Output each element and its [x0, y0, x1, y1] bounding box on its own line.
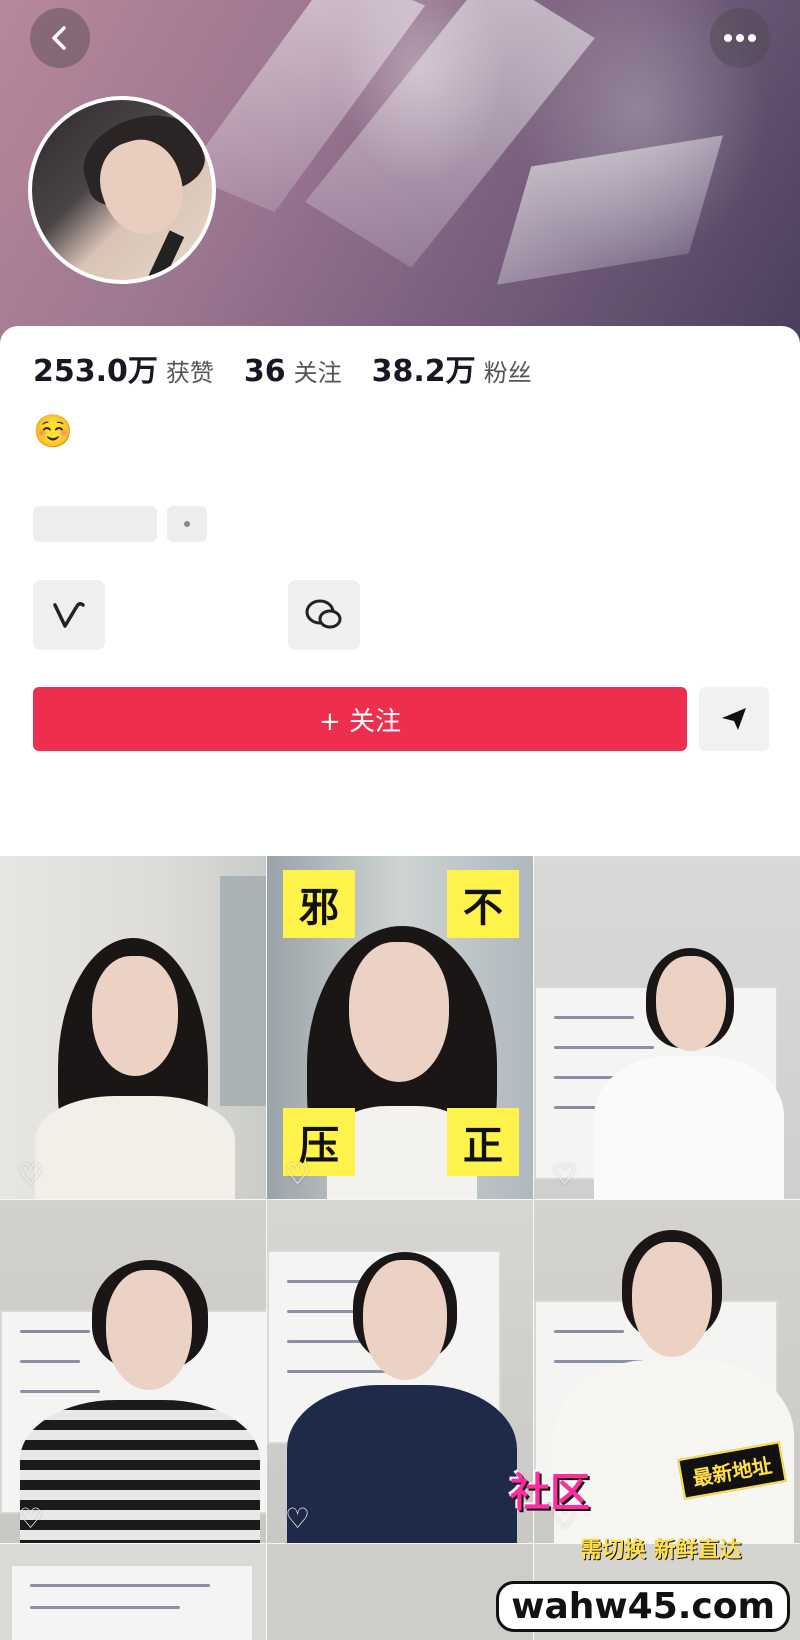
watermark-title: 社区	[510, 1470, 590, 1516]
like-icon: ♡	[285, 1158, 311, 1191]
cover-crystal	[496, 135, 724, 285]
watermark: 社区 最新地址 需切换 新鲜直达 wahw45.com	[490, 1440, 800, 1640]
avatar[interactable]	[28, 96, 216, 284]
send-icon	[722, 708, 746, 730]
info-chip	[167, 506, 207, 542]
follow-button[interactable]: + 关注	[33, 687, 687, 751]
like-icon: ♡	[18, 1502, 44, 1535]
like-icon: ♡	[285, 1502, 311, 1535]
share-button[interactable]	[699, 687, 769, 751]
video-tag: 正	[447, 1108, 519, 1176]
video-tile[interactable]: ♡	[0, 856, 266, 1199]
bio-emoji: ☺️	[33, 412, 73, 450]
likes-label: 获赞	[165, 359, 214, 387]
watermark-badge: 最新地址	[677, 1441, 787, 1500]
info-chip	[33, 506, 157, 542]
followers-count[interactable]: 38.2万	[372, 346, 476, 390]
back-button[interactable]	[30, 8, 90, 68]
stats-row: 253.0万 获赞 36 关注 38.2万 粉丝	[33, 346, 562, 390]
like-icon: ♡	[552, 1158, 578, 1191]
follow-label: + 关注	[318, 706, 402, 737]
video-tile[interactable]: 邪 不 压 正 ♡	[267, 856, 533, 1199]
following-count[interactable]: 36	[244, 354, 286, 389]
video-tile[interactable]: ♡	[534, 856, 800, 1199]
video-tile[interactable]: ♡	[0, 1200, 266, 1543]
watermark-url: wahw45.com	[496, 1581, 790, 1632]
following-label: 关注	[293, 359, 342, 387]
dot-icon	[184, 521, 190, 527]
chat-button[interactable]	[288, 580, 360, 650]
likes-count[interactable]: 253.0万	[33, 346, 158, 390]
profile-card: 253.0万 获赞 36 关注 38.2万 粉丝 ☺️ + 关注	[0, 326, 800, 856]
video-tag: 邪	[283, 870, 355, 938]
more-button[interactable]	[710, 8, 770, 68]
watermark-subtitle: 需切换 新鲜直达	[580, 1538, 742, 1563]
like-icon: ♡	[18, 1158, 44, 1191]
video-tile[interactable]	[0, 1544, 266, 1640]
v-logo-icon	[53, 601, 85, 628]
chevron-left-icon	[52, 26, 66, 50]
v-app-button[interactable]	[33, 580, 105, 650]
chat-bubbles-icon	[305, 599, 342, 629]
followers-label: 粉丝	[483, 359, 532, 387]
more-dots-icon	[724, 34, 756, 42]
video-tag: 不	[447, 870, 519, 938]
